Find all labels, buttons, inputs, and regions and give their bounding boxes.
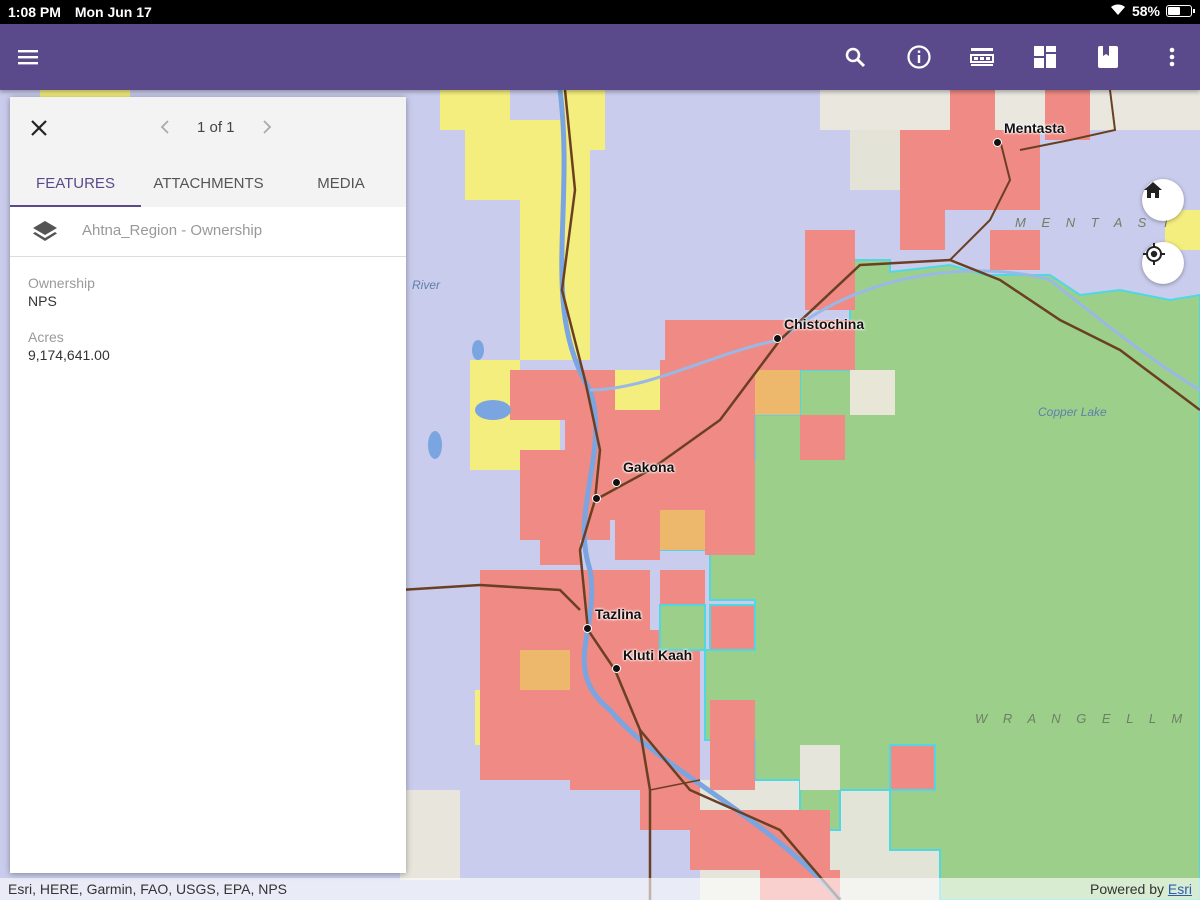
place-label: Gakona [623,459,675,475]
status-time: 1:08 PM [8,4,61,20]
field-label: Acres [28,329,64,345]
info-icon[interactable] [899,37,939,77]
esri-link[interactable]: Esri [1168,881,1192,897]
app-bar [0,24,1200,90]
close-icon [31,120,47,136]
place-label: Chistochina [784,316,865,332]
field-value: NPS [28,293,57,309]
popup-header: 1 of 1 FEATURES ATTACHMENTS MEDIA [10,97,406,207]
place-marker[interactable] [993,138,1002,147]
legend-icon[interactable] [962,37,1002,77]
battery-percent: 58% [1131,3,1160,19]
more-icon[interactable] [1152,37,1192,77]
search-icon[interactable] [835,37,875,77]
bookmark-icon[interactable] [1088,37,1128,77]
home-button[interactable] [1142,179,1184,221]
tab-media[interactable]: MEDIA [276,165,406,207]
close-button[interactable] [24,113,54,143]
place-marker[interactable] [612,664,621,673]
previous-button[interactable] [155,117,175,137]
status-bar: 1:08 PM Mon Jun 17 58% [0,0,1200,24]
attribute-field: Acres 9,174,641.00 [10,329,406,363]
water-label: River [412,278,441,292]
pager: 1 of 1 [155,117,277,137]
attribution-text: Esri, HERE, Garmin, FAO, USGS, EPA, NPS [8,881,288,897]
status-date: Mon Jun 17 [74,4,152,20]
place-marker[interactable] [592,494,601,503]
chevron-left-icon [160,120,169,134]
attribute-field: Ownership NPS [10,275,406,309]
place-label: Tazlina [595,606,642,622]
chevron-right-icon [262,120,271,134]
layers-icon [33,221,57,241]
battery-icon [1166,5,1195,17]
water-label: Copper Lake [1038,405,1107,419]
popup-panel: 1 of 1 FEATURES ATTACHMENTS MEDIA Ahtna_… [10,97,406,873]
next-button[interactable] [257,117,277,137]
basemap-icon[interactable] [1025,37,1065,77]
tab-features[interactable]: FEATURES [10,165,141,207]
app-screen: 1:08 PM Mon Jun 17 58% Mentasta Chistoch… [0,0,1200,900]
place-label: Kluti Kaah [623,647,693,663]
attribution-bar: Esri, HERE, Garmin, FAO, USGS, EPA, NPS … [0,878,1200,900]
wifi-icon [1110,3,1126,19]
home-icon [1144,182,1162,198]
field-value: 9,174,641.00 [28,347,110,363]
layer-row: Ahtna_Region - Ownership [10,207,406,257]
field-label: Ownership [28,275,95,291]
layer-name: Ahtna_Region - Ownership [82,222,263,239]
tab-attachments[interactable]: ATTACHMENTS [141,165,276,207]
place-marker[interactable] [773,334,782,343]
region-label: W R A N G E L L M [975,711,1189,726]
menu-icon[interactable] [8,37,48,77]
place-marker[interactable] [583,624,592,633]
pager-text: 1 of 1 [197,118,235,136]
locate-icon [1143,243,1165,265]
locate-button[interactable] [1142,242,1184,284]
powered-by: Powered by Esri [1090,881,1192,897]
popup-tabs: FEATURES ATTACHMENTS MEDIA [10,165,406,207]
powered-by-label: Powered by [1090,881,1168,897]
place-marker[interactable] [612,478,621,487]
place-label: Mentasta [1004,120,1065,136]
